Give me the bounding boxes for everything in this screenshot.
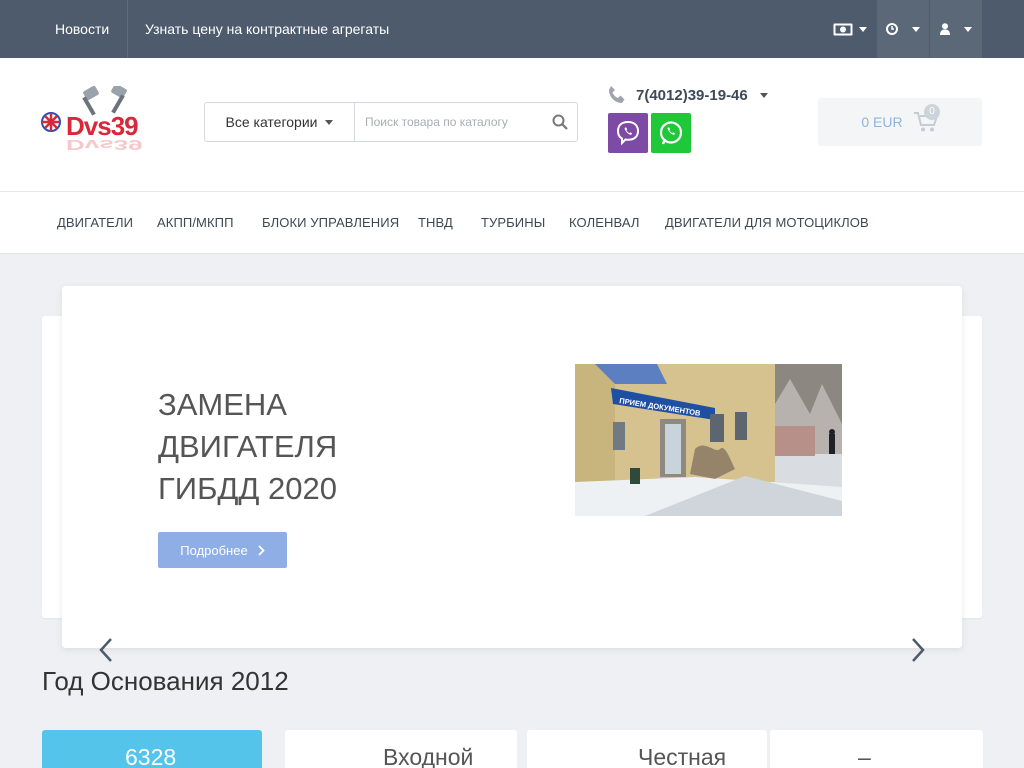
whatsapp-icon bbox=[659, 121, 683, 145]
site-logo[interactable]: Dvs39 Dvs39 bbox=[40, 83, 180, 161]
account-button[interactable] bbox=[930, 0, 982, 58]
money-icon bbox=[833, 23, 853, 35]
nav-item-engines[interactable]: ДВИГАТЕЛИ bbox=[57, 192, 133, 254]
slide-title: ЗАМЕНА ДВИГАТЕЛЯ ГИБДД 2020 bbox=[158, 387, 338, 506]
whatsapp-button[interactable] bbox=[651, 113, 691, 153]
chevron-down-icon bbox=[964, 26, 972, 32]
nav-item-fuel-pump[interactable]: ТНВД bbox=[418, 192, 453, 254]
section-title: Год Основания 2012 bbox=[42, 666, 289, 696]
chevron-down-icon bbox=[912, 26, 920, 32]
phone-number: 7(4012)39-19-46 bbox=[636, 86, 748, 104]
stat-card: 6328 bbox=[42, 730, 262, 768]
feature-card: Входной bbox=[285, 730, 517, 768]
cart-total: 0 EUR bbox=[861, 114, 903, 130]
history-button[interactable] bbox=[877, 0, 929, 58]
svg-text:Dvs39: Dvs39 bbox=[66, 136, 143, 152]
feature-card: Честная bbox=[527, 730, 767, 768]
slider-next-arrow[interactable] bbox=[908, 636, 928, 664]
nav-item-turbo[interactable]: ТУРБИНЫ bbox=[481, 192, 545, 254]
clock-icon bbox=[886, 23, 898, 35]
category-select[interactable]: Все категории bbox=[205, 103, 355, 141]
feature-card: – bbox=[770, 730, 983, 768]
top-link-news[interactable]: Новости bbox=[55, 0, 109, 58]
chevron-down-icon bbox=[325, 119, 334, 125]
search-icon[interactable] bbox=[551, 113, 569, 131]
slider: ЗАМЕНА ДВИГАТЕЛЯ ГИБДД 2020 Подробнее ПР… bbox=[62, 286, 962, 648]
search-bar: Все категории bbox=[204, 102, 578, 142]
search-input[interactable] bbox=[356, 103, 546, 141]
feature-card-title: Входной bbox=[383, 744, 474, 768]
chevron-down-icon bbox=[859, 26, 867, 32]
chevron-right-icon bbox=[258, 544, 265, 556]
top-divider bbox=[127, 0, 128, 58]
header: Dvs39 Dvs39 Все категории 7(4012)39-19-4… bbox=[0, 58, 1024, 192]
nav-item-crankshaft[interactable]: КОЛЕНВАЛ bbox=[569, 192, 640, 254]
currency-switcher[interactable] bbox=[828, 0, 872, 58]
feature-card-title: Честная bbox=[638, 744, 727, 768]
more-button[interactable]: Подробнее bbox=[158, 532, 287, 568]
cart-button[interactable]: 0 EUR 0 bbox=[818, 98, 982, 146]
nav-item-moto-engines[interactable]: ДВИГАТЕЛИ ДЛЯ МОТОЦИКЛОВ bbox=[665, 192, 869, 254]
viber-icon bbox=[616, 120, 640, 146]
cart-count-badge: 0 bbox=[924, 104, 940, 120]
slider-prev-arrow[interactable] bbox=[96, 636, 116, 664]
phone-icon bbox=[609, 86, 625, 103]
feature-card-title: – bbox=[858, 744, 871, 768]
viber-button[interactable] bbox=[608, 113, 648, 153]
stat-card-value: 6328 bbox=[125, 744, 177, 768]
top-link-price[interactable]: Узнать цену на контрактные агрегаты bbox=[145, 0, 389, 58]
category-label: Все категории bbox=[225, 114, 318, 130]
top-bar: Новости Узнать цену на контрактные агрег… bbox=[0, 0, 1024, 58]
main-nav: ДВИГАТЕЛИ АКПП/МКПП БЛОКИ УПРАВЛЕНИЯ ТНВ… bbox=[0, 192, 1024, 254]
phone-dropdown[interactable]: 7(4012)39-19-46 bbox=[606, 82, 768, 108]
slide-image: ПРИЕМ ДОКУМЕНТОВ bbox=[575, 364, 842, 516]
chevron-down-icon bbox=[759, 92, 768, 98]
nav-item-gearbox[interactable]: АКПП/МКПП bbox=[157, 192, 234, 254]
more-button-label: Подробнее bbox=[180, 542, 248, 558]
nav-item-ecu[interactable]: БЛОКИ УПРАВЛЕНИЯ bbox=[262, 192, 399, 254]
user-icon bbox=[940, 23, 950, 35]
